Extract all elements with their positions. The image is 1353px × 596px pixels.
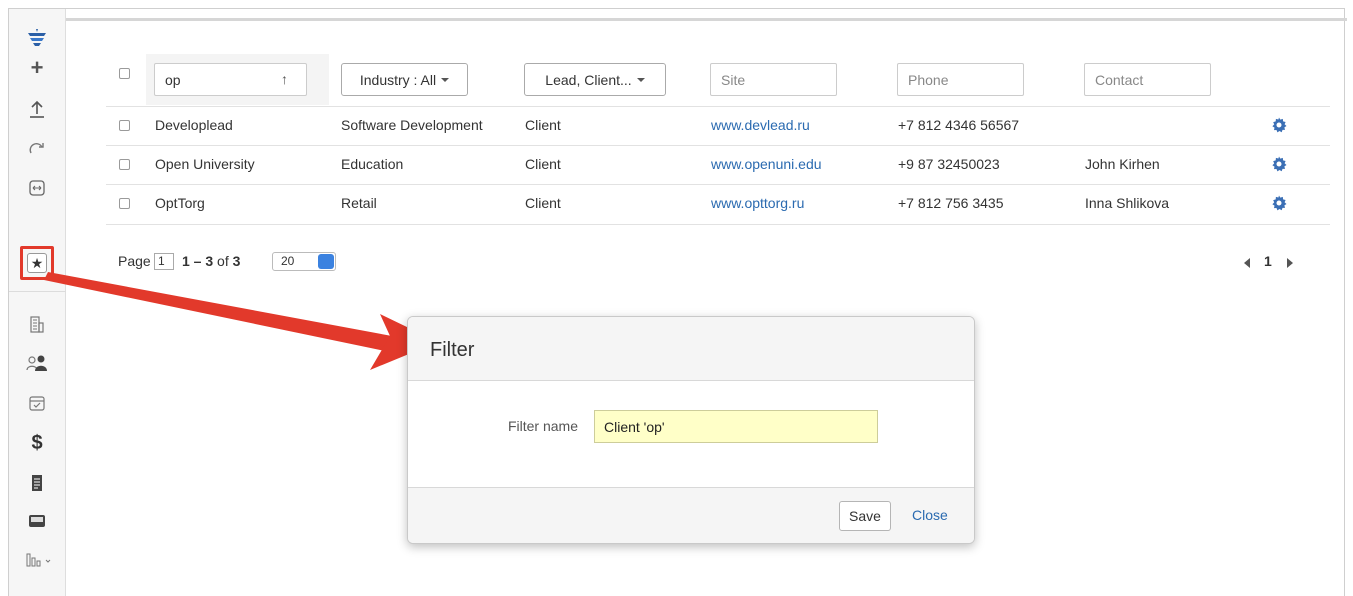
row-divider (106, 106, 1330, 107)
page-number-input[interactable]: 1 (154, 253, 174, 270)
contact-filter-input[interactable]: Contact (1084, 63, 1211, 96)
name-filter-value: op (165, 71, 181, 88)
row-divider (106, 184, 1330, 185)
sort-asc-icon[interactable]: ↑ (281, 71, 288, 87)
select-all-checkbox[interactable] (119, 68, 130, 79)
type-filter-dropdown[interactable]: Lead, Client... (524, 63, 666, 96)
pager-label: Page (118, 253, 151, 269)
spinner-icon (318, 254, 334, 269)
logo-icon[interactable] (23, 25, 51, 53)
merge-icon[interactable] (23, 174, 51, 202)
filter-name-input[interactable] (594, 410, 878, 443)
contacts-icon[interactable] (23, 349, 51, 377)
modal-title: Filter (430, 339, 475, 361)
contact-cell: John Kirhen (1085, 156, 1160, 172)
industry-cell: Education (341, 156, 404, 172)
dollar-icon[interactable]: $ (23, 429, 51, 457)
chart-icon[interactable] (23, 546, 55, 574)
site-link[interactable]: www.opttorg.ru (711, 195, 804, 211)
company-name[interactable]: Open University (155, 156, 255, 172)
star-icon[interactable]: ★ (27, 253, 47, 273)
sidebar: + ★ $ (9, 9, 66, 596)
type-cell: Client (525, 195, 561, 211)
filter-modal: Filter Filter name Save Close (407, 316, 975, 544)
upload-icon[interactable] (23, 96, 51, 124)
row-checkbox[interactable] (119, 198, 130, 209)
contact-filter-placeholder: Contact (1095, 71, 1144, 88)
industry-cell: Retail (341, 195, 377, 211)
per-page-value: 20 (281, 254, 295, 268)
range-total: 3 (232, 253, 241, 269)
next-page-icon[interactable] (1287, 258, 1293, 268)
close-link[interactable]: Close (912, 507, 948, 523)
company-name[interactable]: OptTorg (155, 195, 205, 211)
industry-cell: Software Development (341, 117, 483, 133)
industry-filter-label: Industry : All (359, 71, 437, 88)
contact-cell: Inna Shlikova (1085, 195, 1170, 211)
refresh-icon[interactable] (23, 136, 51, 164)
phone-filter-placeholder: Phone (908, 71, 949, 88)
phone-cell: +7 812 4346 56567 (898, 117, 1020, 133)
gear-icon[interactable] (1271, 195, 1287, 211)
range-of: of (213, 253, 233, 269)
page-range: 1 – 3 of 3 (182, 253, 240, 269)
row-divider (106, 224, 1330, 225)
phone-filter-input[interactable]: Phone (897, 63, 1024, 96)
company-name[interactable]: Developlead (155, 117, 233, 133)
row-checkbox[interactable] (119, 120, 130, 131)
site-filter-placeholder: Site (721, 71, 746, 88)
site-link[interactable]: www.devlead.ru (711, 117, 810, 133)
gear-icon[interactable] (1271, 117, 1287, 133)
favorite-filter-highlight: ★ (20, 246, 54, 280)
prev-page-icon[interactable] (1244, 258, 1250, 268)
sidebar-divider (9, 291, 66, 292)
site-link[interactable]: www.openuni.edu (711, 156, 822, 172)
save-button[interactable]: Save (839, 501, 891, 531)
range-text: 1 – 3 (182, 253, 214, 269)
calendar-icon[interactable] (23, 389, 51, 417)
type-filter-label: Lead, Client... (545, 71, 632, 88)
inbox-icon[interactable] (23, 507, 51, 535)
phone-cell: +9 87 32450023 (898, 156, 1000, 172)
gear-icon[interactable] (1271, 156, 1287, 172)
chevron-down-icon (636, 77, 645, 82)
current-page: 1 (1264, 253, 1272, 269)
top-divider (66, 18, 1347, 21)
chevron-down-icon (441, 77, 450, 82)
per-page-select[interactable]: 20 (272, 252, 336, 271)
modal-header: Filter (408, 317, 974, 381)
building-icon[interactable] (23, 310, 51, 338)
type-cell: Client (525, 156, 561, 172)
filter-name-label: Filter name (507, 418, 578, 434)
row-checkbox[interactable] (119, 159, 130, 170)
phone-cell: +7 812 756 3435 (898, 195, 1004, 211)
industry-filter-dropdown[interactable]: Industry : All (341, 63, 468, 96)
site-filter-input[interactable]: Site (710, 63, 837, 96)
modal-footer: Save Close (408, 487, 974, 543)
document-icon[interactable] (23, 469, 51, 497)
type-cell: Client (525, 117, 561, 133)
row-divider (106, 145, 1330, 146)
plus-icon[interactable]: + (23, 54, 51, 82)
